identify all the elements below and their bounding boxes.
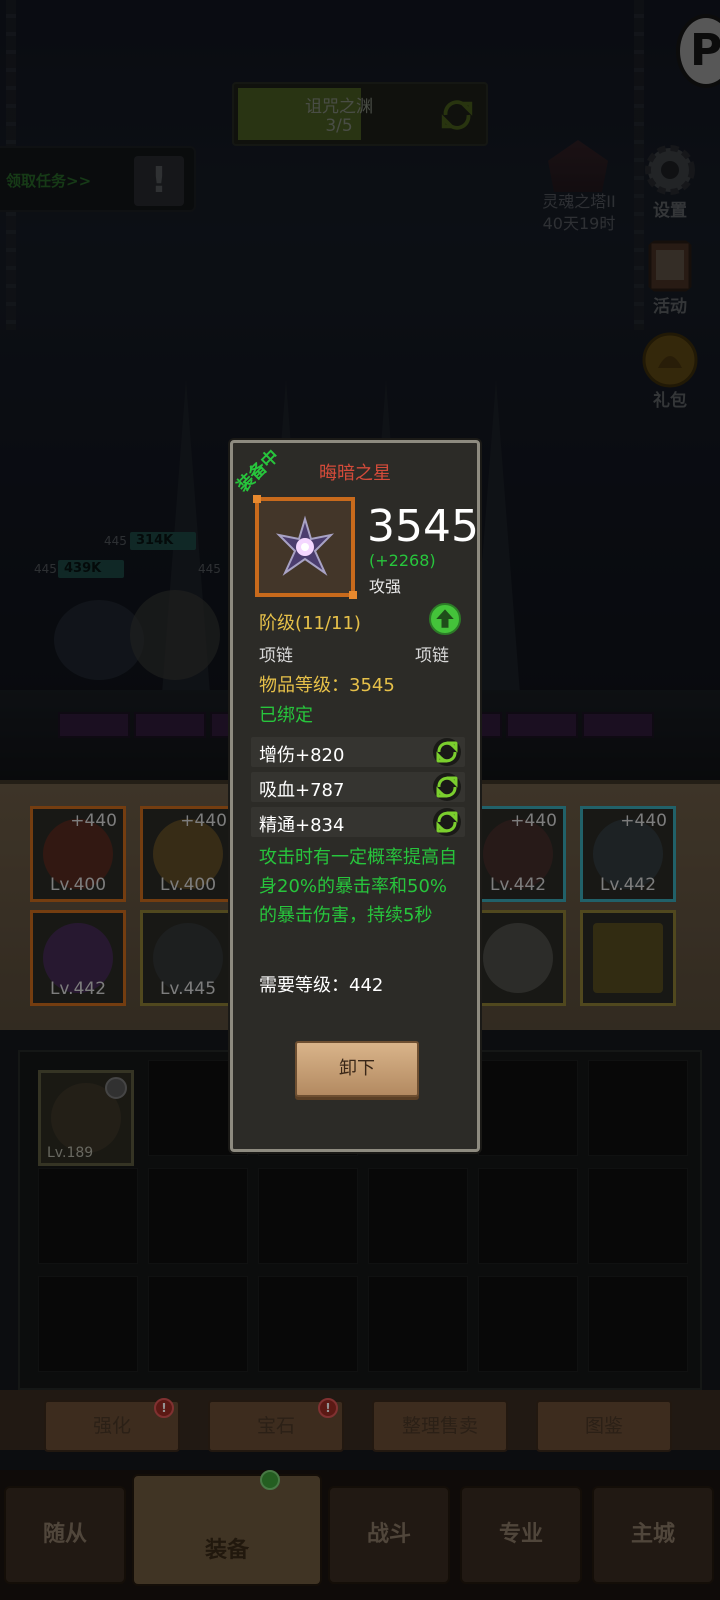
item-power: 3545 — [367, 501, 479, 552]
item-effect: 攻击时有一定概率提高自身20%的暴击率和50%的暴击伤害，持续5秒 — [259, 847, 457, 926]
stat-row: 吸血+787 — [251, 772, 465, 802]
item-power-stat: 攻强 — [369, 577, 402, 596]
stat-row: 精通+834 — [251, 807, 465, 837]
reroll-icon[interactable] — [433, 738, 461, 766]
reroll-icon[interactable] — [433, 773, 461, 801]
reroll-icon[interactable] — [433, 808, 461, 836]
item-icon-frame — [253, 495, 357, 599]
item-level: 物品等级：3545 — [259, 675, 395, 696]
stat-label: 精通+834 — [259, 815, 345, 836]
item-tooltip: 装备中 晦暗之星 3545 (+2268) 攻强 阶级(11/11) 项链 项链… — [230, 440, 480, 1152]
dark-star-icon — [275, 515, 335, 576]
item-tier: 阶级(11/11) — [259, 613, 361, 634]
stat-row: 增伤+820 — [251, 737, 465, 767]
item-power-delta: (+2268) — [369, 551, 436, 570]
required-level: 需要等级：442 — [259, 975, 384, 996]
stat-label: 增伤+820 — [259, 745, 345, 766]
unequip-button[interactable]: 卸下 — [295, 1041, 419, 1097]
item-slot-type-secondary: 项链 — [415, 646, 449, 666]
upgrade-arrow-icon[interactable] — [429, 603, 461, 635]
stat-label: 吸血+787 — [259, 780, 345, 801]
item-name: 晦暗之星 — [319, 463, 391, 484]
item-slot-type: 项链 — [259, 646, 293, 666]
bound-status: 已绑定 — [259, 705, 313, 726]
